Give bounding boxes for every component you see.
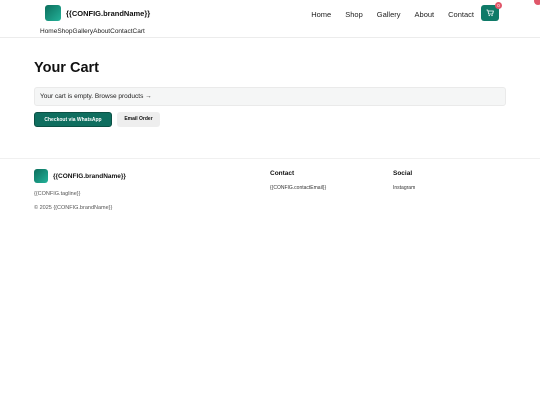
nav-gallery[interactable]: Gallery [377, 10, 401, 19]
cart-empty-message[interactable]: Your cart is empty. Browse products → [34, 87, 506, 106]
email-order-button[interactable]: Email Order [117, 112, 160, 127]
plain-nav-home[interactable]: Home [40, 28, 57, 35]
footer-contact-heading: Contact [270, 170, 295, 177]
footer-copyright: © 2025 {{CONFIG.brandName}} [34, 205, 113, 211]
brand-logo [45, 5, 61, 21]
footer-tagline: {{CONFIG.tagline}} [34, 191, 81, 197]
brand-name: {{CONFIG.brandName}} [66, 8, 151, 18]
nav-home[interactable]: Home [311, 10, 331, 19]
plain-nav-cart[interactable]: Cart [133, 28, 145, 35]
plain-nav-gallery[interactable]: Gallery [73, 28, 94, 35]
nav-contact[interactable]: Contact [448, 10, 474, 19]
footer-logo [34, 169, 48, 183]
footer-social-heading: Social [393, 170, 413, 177]
footer-brand[interactable]: {{CONFIG.brandName}} [34, 169, 126, 183]
footer-social-instagram[interactable]: Instagram [393, 185, 415, 191]
plain-nav-contact[interactable]: Contact [110, 28, 132, 35]
nav-shop[interactable]: Shop [345, 10, 363, 19]
footer-brand-name: {{CONFIG.brandName}} [53, 172, 126, 180]
corner-indicator [534, 0, 540, 5]
unstyled-nav: Home Shop Gallery About Contact Cart [40, 28, 145, 35]
checkout-whatsapp-button[interactable]: Checkout via WhatsApp [34, 112, 112, 127]
brand[interactable]: {{CONFIG.brandName}} [45, 5, 150, 21]
footer-contact-email[interactable]: {{CONFIG.contactEmail}} [270, 185, 326, 191]
nav-about[interactable]: About [415, 10, 435, 19]
footer-divider [0, 158, 540, 159]
plain-nav-about[interactable]: About [93, 28, 110, 35]
shopping-cart-icon [486, 9, 494, 17]
plain-nav-shop[interactable]: Shop [57, 28, 72, 35]
page-title: Your Cart [34, 60, 99, 76]
cart-count-badge: 0 [495, 2, 502, 9]
main-nav: Home Shop Gallery About Contact [297, 10, 474, 19]
